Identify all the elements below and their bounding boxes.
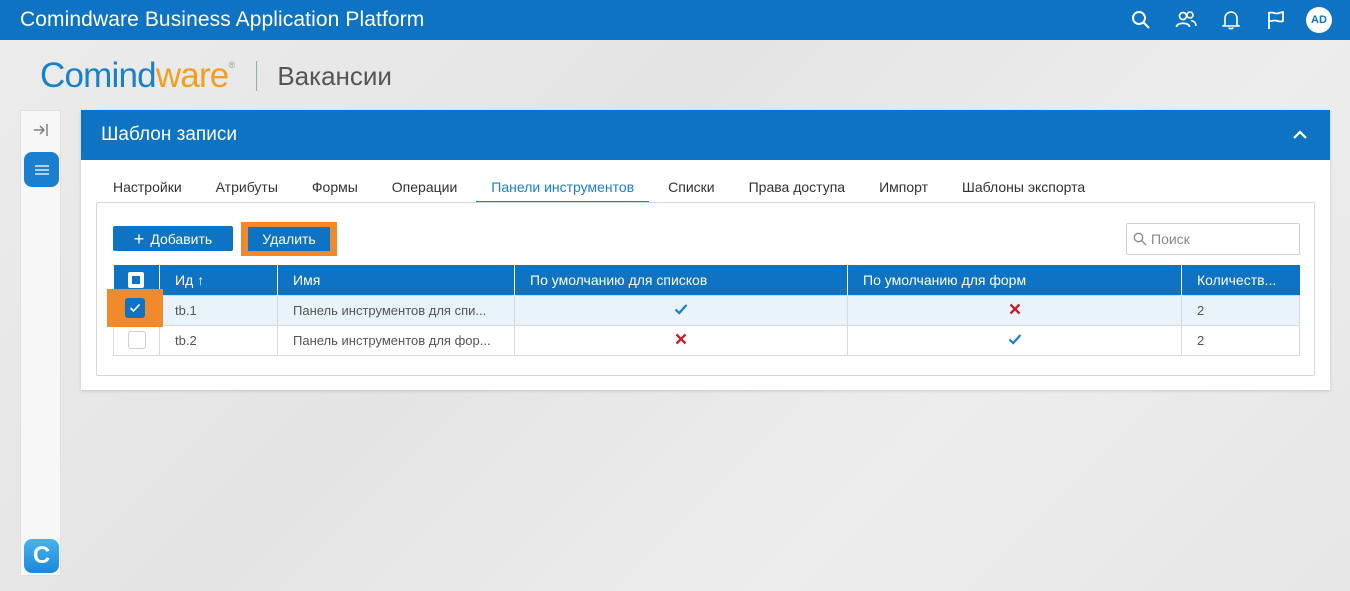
- check-icon: [1008, 333, 1021, 345]
- cell-default-lists: [514, 294, 848, 326]
- column-header-id[interactable]: Ид ↑: [159, 265, 278, 295]
- tab-forms[interactable]: Формы: [297, 171, 373, 203]
- menu-icon[interactable]: [24, 152, 59, 187]
- flag-icon[interactable]: [1253, 0, 1298, 40]
- cross-icon: [1009, 303, 1020, 314]
- cross-icon: [675, 333, 687, 344]
- checkmark-icon: [129, 303, 141, 313]
- toolbars-table: Ид ↑ Имя По умолчанию для списков По умол…: [113, 265, 1300, 356]
- table-row[interactable]: tb.2 Панель инструментов для фор... 2: [113, 324, 1300, 356]
- tab-attributes[interactable]: Атрибуты: [201, 171, 293, 203]
- tab-operations[interactable]: Операции: [377, 171, 473, 203]
- delete-button[interactable]: Удалить: [248, 227, 330, 251]
- logo-registered-mark: ®: [228, 60, 235, 70]
- comindware-logo[interactable]: Comindware®: [40, 56, 235, 96]
- sidebar: C: [20, 110, 61, 576]
- tab-access-rights[interactable]: Права доступа: [734, 171, 860, 203]
- cell-name: Панель инструментов для спи...: [277, 294, 515, 326]
- cell-count: 2: [1181, 324, 1300, 356]
- panel-title: Шаблон записи: [101, 124, 237, 145]
- cell-count: 2: [1181, 294, 1300, 326]
- panel-header: Шаблон записи: [81, 110, 1330, 160]
- tab-bar: Настройки Атрибуты Формы Операции Панели…: [98, 171, 1104, 203]
- page-title: Вакансии: [277, 60, 392, 91]
- users-icon[interactable]: [1163, 0, 1208, 40]
- top-bar: Comindware Business Application Platform…: [0, 0, 1350, 40]
- chevron-up-icon[interactable]: [1290, 125, 1310, 145]
- record-template-panel: Шаблон записи Настройки Атрибуты Формы О…: [81, 110, 1330, 390]
- row-checkbox-cell: [113, 324, 160, 356]
- cell-id: tb.1: [159, 294, 278, 326]
- search-box: [1126, 223, 1300, 255]
- brand-header: Comindware® Вакансии: [40, 56, 392, 96]
- expand-icon[interactable]: [21, 117, 60, 143]
- tab-lists[interactable]: Списки: [653, 171, 729, 203]
- logo-text-part2: ware: [155, 56, 229, 95]
- search-input[interactable]: [1151, 231, 1291, 247]
- delete-button-highlight: Удалить: [241, 222, 337, 256]
- column-header-default-forms[interactable]: По умолчанию для форм: [847, 265, 1182, 295]
- tab-settings[interactable]: Настройки: [98, 171, 197, 203]
- app-title: Comindware Business Application Platform: [20, 8, 425, 31]
- row-checkbox-checked[interactable]: [125, 298, 145, 318]
- logo-text-part1: Comind: [40, 56, 157, 95]
- check-icon: [674, 303, 688, 315]
- top-bar-icons: AD: [1118, 0, 1332, 40]
- column-header-count[interactable]: Количеств...: [1181, 265, 1300, 295]
- cell-id: tb.2: [159, 324, 278, 356]
- search-icon: [1133, 232, 1147, 246]
- row-checkbox-highlight: [107, 289, 163, 327]
- column-header-default-lists[interactable]: По умолчанию для списков: [514, 265, 848, 295]
- plus-icon: +: [133, 228, 145, 249]
- app-switcher-button[interactable]: C: [24, 539, 59, 573]
- tab-import[interactable]: Импорт: [864, 171, 943, 203]
- bell-icon[interactable]: [1208, 0, 1253, 40]
- add-button-label: Добавить: [150, 230, 213, 247]
- avatar[interactable]: AD: [1306, 7, 1332, 33]
- cell-name: Панель инструментов для фор...: [277, 324, 515, 356]
- tab-content: + Добавить Удалить Ид↑ Имя По умолчани: [96, 202, 1315, 376]
- cell-default-lists: [514, 324, 848, 356]
- table-header-row: Ид ↑ Имя По умолчанию для списков По умол…: [113, 265, 1300, 295]
- add-button[interactable]: + Добавить: [113, 226, 233, 251]
- table-row[interactable]: tb.1 Панель инструментов для спи... 2: [113, 294, 1300, 326]
- row-checkbox[interactable]: [127, 331, 146, 349]
- column-header-name[interactable]: Имя: [277, 265, 515, 295]
- tab-toolbars[interactable]: Панели инструментов: [476, 171, 650, 203]
- search-icon[interactable]: [1118, 0, 1163, 40]
- cell-default-forms: [847, 294, 1182, 326]
- column-header-id-label: Ид: [175, 271, 194, 288]
- tab-export-templates[interactable]: Шаблоны экспорта: [947, 171, 1100, 203]
- sort-ascending-icon: ↑: [197, 271, 205, 288]
- header-divider: [256, 61, 258, 91]
- cell-default-forms: [847, 324, 1182, 356]
